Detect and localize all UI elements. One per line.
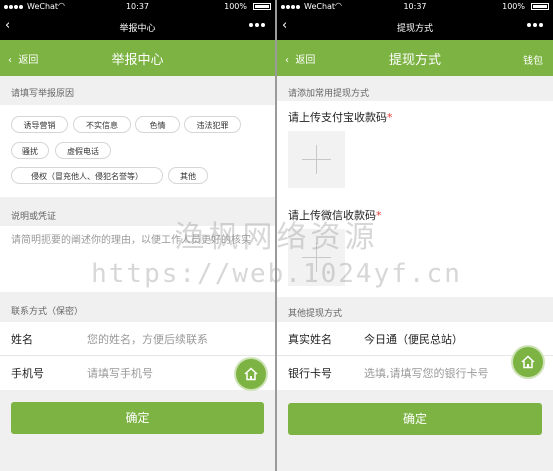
wechat-title-bar: ‹ 提现方式 xyxy=(277,14,553,40)
name-label: 姓名 xyxy=(11,333,33,346)
contact-section-label: 联系方式（保密） xyxy=(11,307,84,317)
reason-tag[interactable]: 违法犯罪 xyxy=(184,116,241,133)
wechat-upload-title: 请上传微信收款码* xyxy=(288,209,382,222)
back-label: 返回 xyxy=(18,55,39,66)
home-icon xyxy=(244,367,258,381)
battery-percent: 100% xyxy=(502,2,525,11)
bank-card-label: 银行卡号 xyxy=(288,367,332,380)
qr-upload-card: 请上传支付宝收款码* 请上传微信收款码* xyxy=(277,101,553,297)
bank-card-input[interactable]: 选填,请填写您的银行卡号 xyxy=(364,365,489,381)
real-name-input[interactable]: 今日通（便民总站） xyxy=(364,331,463,347)
reason-tag[interactable]: 诱导营销 xyxy=(11,116,68,133)
reason-tag[interactable]: 虚假电话 xyxy=(55,142,111,159)
alipay-upload-title: 请上传支付宝收款码* xyxy=(288,111,393,124)
other-method-section-label: 其他提现方式 xyxy=(288,309,343,319)
evidence-textarea[interactable]: 请简明扼要的阐述你的理由，以便工作人员更好的核实 xyxy=(11,232,267,249)
more-menu-icon[interactable] xyxy=(249,23,269,29)
real-name-row: 真实姓名 今日通（便民总站） xyxy=(277,322,553,356)
home-button[interactable] xyxy=(236,359,266,389)
reason-tag[interactable]: 骚扰 xyxy=(11,142,49,159)
reason-section-label: 请填写举报原因 xyxy=(11,89,75,99)
real-name-label: 真实姓名 xyxy=(288,333,332,346)
add-method-section-label: 请添加常用提现方式 xyxy=(288,89,370,99)
phone-input[interactable]: 请填写手机号 xyxy=(87,365,153,381)
battery-percent: 100% xyxy=(224,2,247,11)
wallet-link[interactable]: 钱包 xyxy=(523,52,543,67)
home-button[interactable] xyxy=(513,347,543,377)
phone-label: 手机号 xyxy=(11,367,44,380)
submit-button[interactable]: 确定 xyxy=(11,402,264,434)
reason-tag[interactable]: 其他 xyxy=(168,167,208,184)
reason-tag[interactable]: 侵权（冒充他人、侵犯名誉等） xyxy=(11,167,163,184)
submit-button[interactable]: 确定 xyxy=(288,403,542,435)
home-icon xyxy=(521,355,535,369)
evidence-section-label: 说明或凭证 xyxy=(11,212,57,222)
name-field-row: 姓名 您的姓名，方便后续联系 xyxy=(0,322,275,356)
back-label: 返回 xyxy=(295,55,316,66)
page-title: 举报中心 xyxy=(111,53,164,68)
status-bar: WeChat ◠ 10:37 100% xyxy=(277,0,553,18)
page-title: 提现方式 xyxy=(388,53,441,68)
back-link[interactable]: ‹ 返回 xyxy=(8,51,38,66)
bank-card-row: 银行卡号 选填,请填写您的银行卡号 xyxy=(277,356,553,390)
required-mark: * xyxy=(376,209,382,222)
wechat-page-title: 提现方式 xyxy=(396,24,433,34)
alipay-qr-upload[interactable] xyxy=(288,131,345,188)
wechat-qr-upload[interactable] xyxy=(288,229,345,286)
nav-bar: ‹ 返回 提现方式 钱包 xyxy=(277,40,553,76)
name-input[interactable]: 您的姓名，方便后续联系 xyxy=(87,331,208,347)
nav-bar: ‹ 返回 举报中心 xyxy=(0,40,275,76)
reason-tag[interactable]: 不实信息 xyxy=(73,116,131,133)
status-bar: WeChat ◠ 10:37 100% xyxy=(0,0,275,18)
wechat-page-title: 举报中心 xyxy=(119,24,156,34)
required-mark: * xyxy=(387,111,393,124)
evidence-card: 请简明扼要的阐述你的理由，以便工作人员更好的核实 xyxy=(0,226,275,292)
phone-field-row: 手机号 请填写手机号 xyxy=(0,356,275,390)
more-menu-icon[interactable] xyxy=(527,23,547,29)
battery-icon xyxy=(253,3,271,10)
reason-card: 诱导营销 不实信息 色情 违法犯罪 骚扰 虚假电话 侵权（冒充他人、侵犯名誉等）… xyxy=(0,105,275,197)
reason-tag[interactable]: 色情 xyxy=(135,116,180,133)
battery-icon xyxy=(531,3,549,10)
back-link[interactable]: ‹ 返回 xyxy=(285,51,315,66)
wechat-title-bar: ‹ 举报中心 xyxy=(0,14,275,40)
report-center-screen: WeChat ◠ 10:37 100% ‹ 举报中心 ‹ 返回 举报中心 请填写… xyxy=(0,0,275,471)
withdraw-method-screen: WeChat ◠ 10:37 100% ‹ 提现方式 ‹ 返回 提现方式 钱包 … xyxy=(277,0,553,471)
